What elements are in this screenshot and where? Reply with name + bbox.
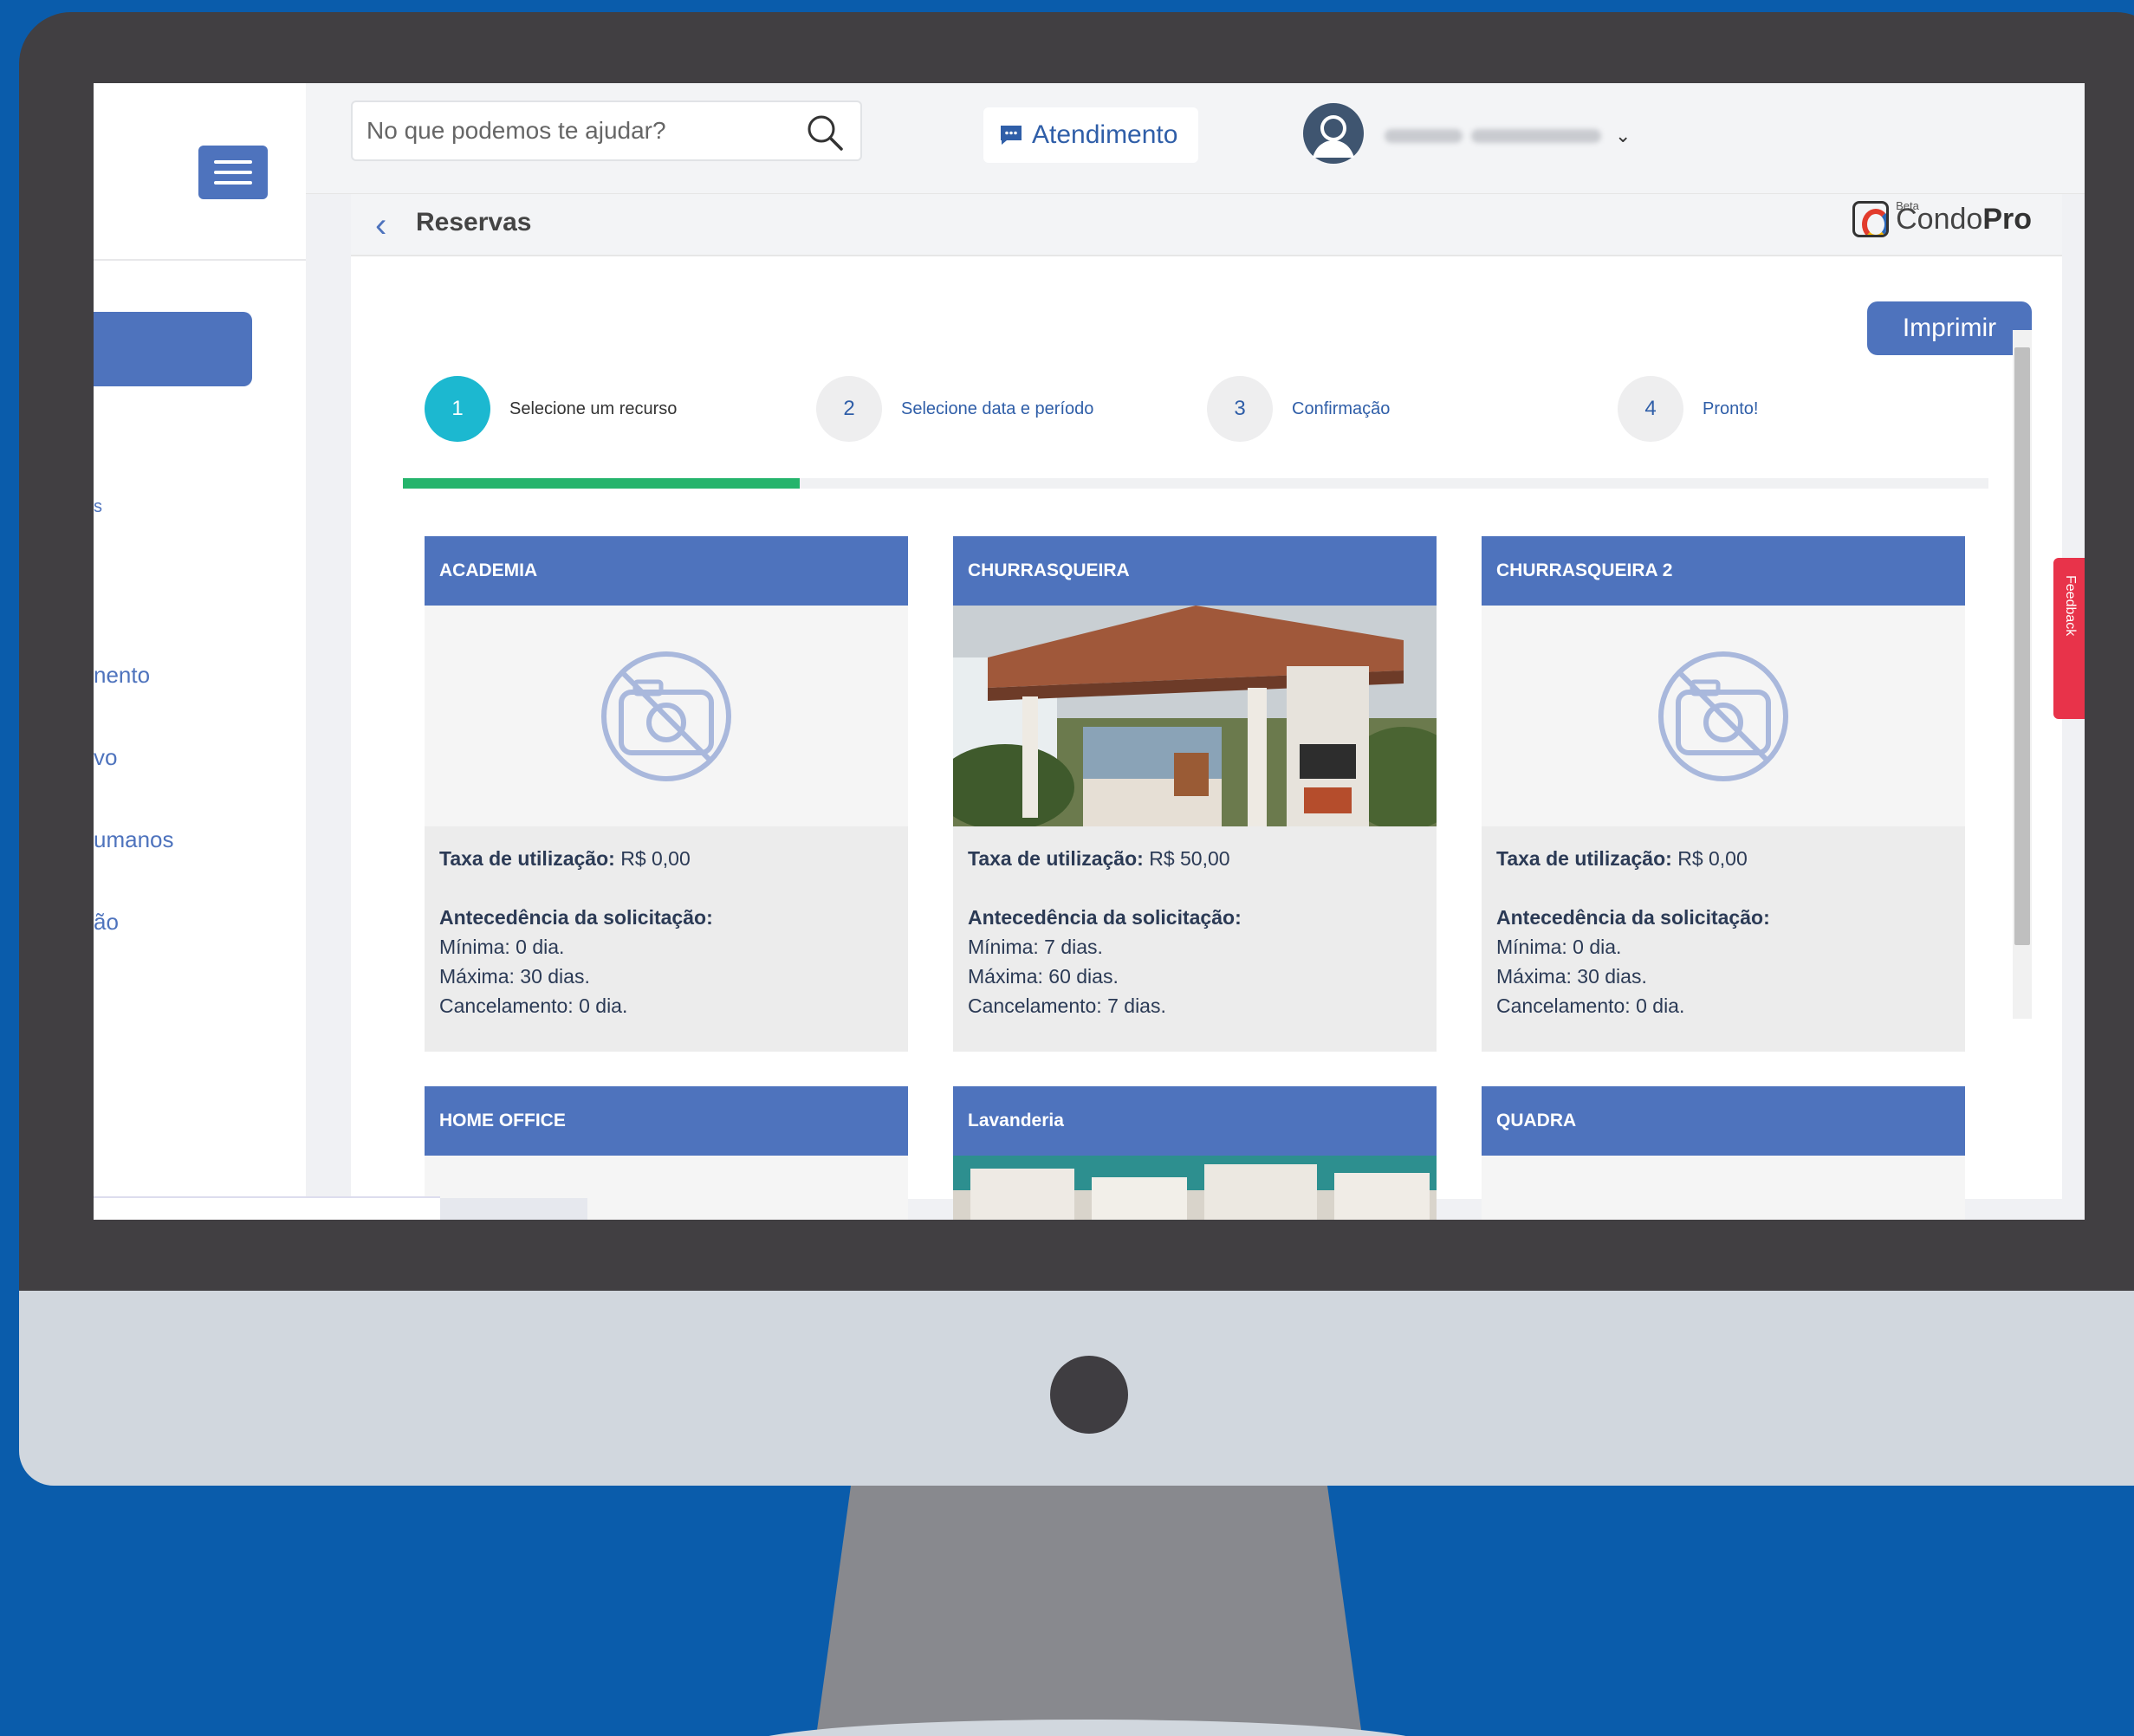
step-3: 3 Confirmação [1207,376,1390,442]
no-photo-icon [601,651,731,781]
card-body: Taxa de utilização: R$ 50,00 Antecedênci… [968,847,1242,1017]
card-image [425,606,908,826]
bottom-tab[interactable] [440,1198,587,1220]
back-arrow-icon[interactable]: ‹ [375,206,386,245]
step-label: Pronto! [1703,398,1759,418]
search-icon[interactable] [805,113,845,152]
chat-icon [1001,126,1022,145]
card-image [953,606,1437,826]
bottom-bar [94,1196,587,1220]
card-title: ACADEMIA [425,536,908,606]
search-box [351,100,862,161]
progress-bar [403,478,1988,489]
step-1: 1 Selecione um recurso [425,376,677,442]
scrollbar-thumb[interactable] [2014,347,2030,945]
print-button[interactable]: Imprimir [1867,301,2032,355]
stepper: 1 Selecione um recurso 2 Selecione data … [351,376,2062,445]
sidebar-item[interactable]: nento [94,662,150,689]
card-title: CHURRASQUEIRA 2 [1482,536,1965,606]
top-bar: Atendimento ⌄ [306,83,2085,194]
resource-card-academia[interactable]: ACADEMIA Taxa de utilização: R$ 0,00 Ant… [425,536,908,1052]
fee-value: R$ 0,00 [1677,847,1748,870]
sidebar: s nento vo umanos ão [94,83,306,1196]
step-label: Confirmação [1292,398,1391,418]
sidebar-header [94,83,306,261]
beta-badge: Beta [1896,199,1919,212]
sidebar-item-active[interactable] [94,312,252,386]
no-photo-icon [1658,651,1788,781]
resource-card-quadra[interactable]: QUADRA [1482,1086,1965,1220]
search-input[interactable] [353,102,786,159]
condopro-logo-icon [1852,201,1890,237]
monitor-stand [816,1486,1362,1736]
step-number: 1 [425,376,490,442]
card-title: HOME OFFICE [425,1086,908,1156]
atendimento-label: Atendimento [1032,120,1178,149]
menu-toggle-button[interactable] [198,146,268,199]
chevron-down-icon: ⌄ [1615,125,1631,146]
laundry-photo [953,1156,1437,1220]
resource-card-lavanderia[interactable]: Lavanderia [953,1086,1437,1220]
barbecue-photo [953,606,1437,826]
sidebar-item[interactable]: ão [94,909,119,936]
step-number: 3 [1207,376,1273,442]
condopro-logo: Beta CondoPro [1852,199,2032,237]
fee-value: R$ 0,00 [620,847,691,870]
card-body: Taxa de utilização: R$ 0,00 Antecedência… [439,847,713,1017]
step-label: Selecione um recurso [509,398,678,418]
page-header: ‹ Reservas Beta CondoPro [351,194,2062,256]
hamburger-icon [214,160,252,164]
sidebar-item[interactable]: vo [94,744,117,771]
resource-card-churrasqueira-2[interactable]: CHURRASQUEIRA 2 Taxa de utilização: R$ 0… [1482,536,1965,1052]
feedback-tab[interactable]: Feedback [2053,558,2085,719]
resource-card-churrasqueira[interactable]: CHURRASQUEIRA Taxa de utilização: R$ 50,… [953,536,1437,1052]
step-label: Selecione data e período [901,398,1094,418]
sidebar-item[interactable]: s [94,497,102,517]
step-number: 4 [1618,376,1683,442]
atendimento-button[interactable]: Atendimento [983,107,1198,163]
avatar-icon[interactable] [1302,102,1365,165]
card-body: Taxa de utilização: R$ 0,00 Antecedência… [1496,847,1770,1017]
fee-value: R$ 50,00 [1149,847,1230,870]
scrollbar[interactable] [2013,330,2032,1019]
card-image [1482,1156,1965,1220]
user-menu[interactable]: ⌄ [1385,125,1631,147]
page-title: Reservas [416,208,532,236]
progress-fill [403,478,800,489]
step-4: 4 Pronto! [1618,376,1758,442]
card-title: QUADRA [1482,1086,1965,1156]
card-title: Lavanderia [953,1086,1437,1156]
step-2: 2 Selecione data e período [816,376,1093,442]
username-redacted [1385,129,1463,143]
monitor-logo-dot [1050,1356,1128,1434]
main-content: ‹ Reservas Beta CondoPro Imprimir 1 Sele… [351,194,2062,1220]
card-image [1482,606,1965,826]
feedback-label: Feedback [2063,575,2078,637]
card-title: CHURRASQUEIRA [953,536,1437,606]
step-number: 2 [816,376,882,442]
sidebar-item[interactable]: umanos [94,826,174,853]
screen: s nento vo umanos ão Atendimento [94,83,2085,1220]
card-image [953,1156,1437,1220]
